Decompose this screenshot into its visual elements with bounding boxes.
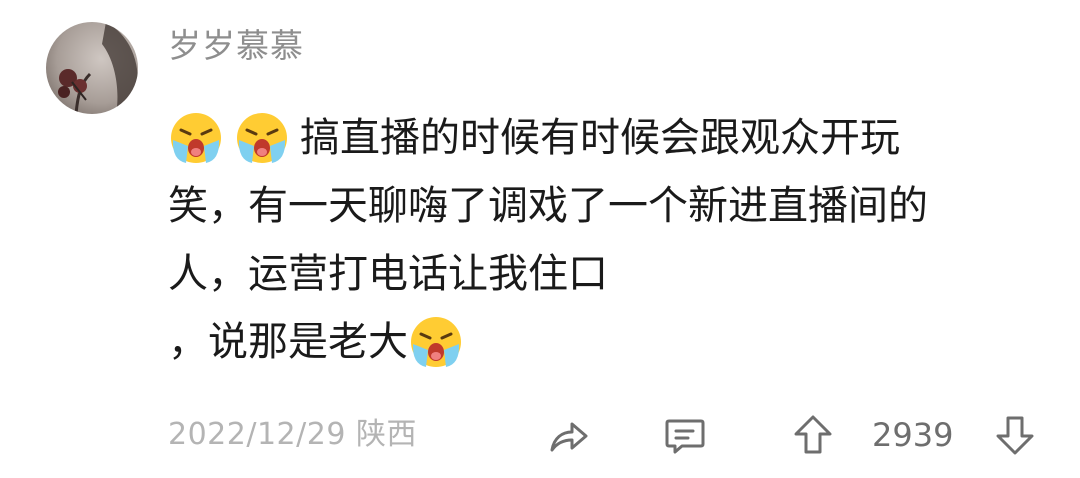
avatar-image (46, 22, 138, 114)
comment-line: ，说那是老大 (168, 308, 1048, 376)
crying-face-emoji (237, 113, 287, 163)
comment-body: 搞直播的时候有时候会跟观众开玩 笑，有一天聊嗨了调戏了一个新进直播间的 人，运营… (168, 104, 1048, 376)
avatar[interactable] (46, 22, 138, 114)
comment-line: 搞直播的时候有时候会跟观众开玩 (168, 104, 1048, 172)
comment-text-line-4: ，说那是老大 (168, 319, 408, 365)
upvote-count: 2939 (872, 416, 954, 454)
upvote-arrow-icon[interactable] (790, 412, 836, 458)
comment-text-line-3: 人，运营打电话让我住口 (168, 251, 608, 297)
crying-face-emoji (411, 317, 461, 367)
comment-line: 笑，有一天聊嗨了调戏了一个新进直播间的 (168, 172, 1048, 240)
comment-location: 陕西 (355, 417, 417, 452)
downvote-arrow-icon[interactable] (992, 412, 1038, 458)
comment-bubble-icon[interactable] (662, 412, 708, 458)
comment-text-line-1: 搞直播的时候有时候会跟观众开玩 (300, 115, 900, 161)
comment-line: 人，运营打电话让我住口 (168, 240, 1048, 308)
comment-date: 2022/12/29 (168, 417, 346, 452)
comment-meta: 2022/12/29 陕西 (168, 410, 417, 460)
crying-face-emoji (171, 113, 221, 163)
username[interactable]: 岁岁慕慕 (168, 26, 304, 66)
comment-text-line-2: 笑，有一天聊嗨了调戏了一个新进直播间的 (168, 183, 928, 229)
share-arrow-icon[interactable] (544, 412, 590, 458)
